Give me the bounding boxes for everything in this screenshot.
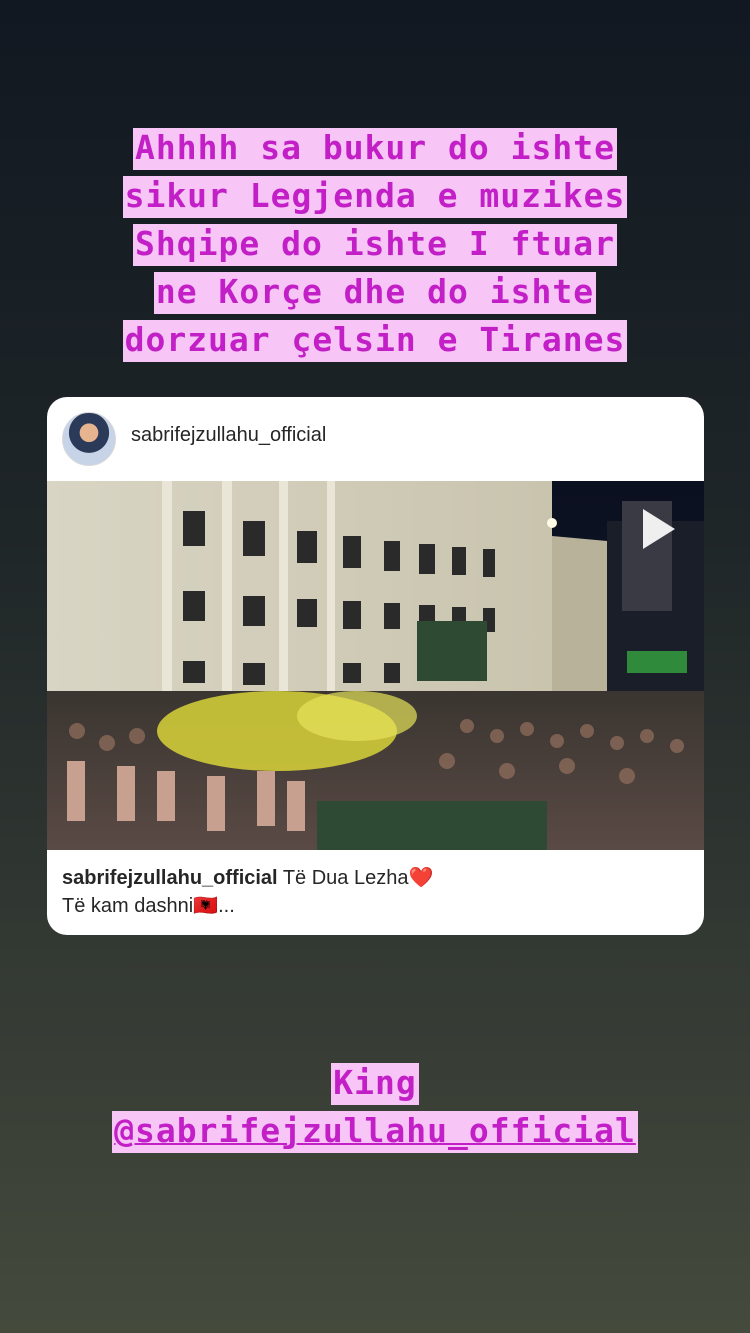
mention-block: King @sabrifejzullahu_official xyxy=(0,1060,750,1156)
post-username[interactable]: sabrifejzullahu_official xyxy=(131,424,326,447)
avatar[interactable] xyxy=(62,412,116,466)
story-text-line-4: ne Korçe dhe do ishte xyxy=(153,272,597,314)
post-caption: sabrifejzullahu_official Të Dua Lezha❤️ … xyxy=(62,864,692,920)
story-text-block: Ahhhh sa bukur do ishte sikur Legjenda e… xyxy=(0,125,750,365)
caption-text-line-1: Të Dua Lezha❤️ xyxy=(282,867,434,889)
mention-line-king: King xyxy=(331,1063,419,1105)
story-text-line-5: dorzuar çelsin e Tiranes xyxy=(122,320,628,362)
shared-post-card[interactable]: sabrifejzullahu_official sabrifejzullahu… xyxy=(47,397,704,935)
story-text-line-1: Ahhhh sa bukur do ishte xyxy=(133,128,617,170)
play-icon[interactable] xyxy=(639,505,679,553)
post-header[interactable]: sabrifejzullahu_official xyxy=(47,397,704,481)
caption-text-line-2: Të kam dashni🇦🇱... xyxy=(62,895,235,917)
story-text-line-3: Shqipe do ishte I ftuar xyxy=(133,224,617,266)
caption-username[interactable]: sabrifejzullahu_official xyxy=(62,867,278,889)
mention-link[interactable]: @sabrifejzullahu_official xyxy=(112,1111,638,1153)
post-video-thumbnail[interactable] xyxy=(47,481,704,850)
story-text-line-2: sikur Legjenda e muzikes xyxy=(122,176,628,218)
concert-crowd-image xyxy=(47,481,704,850)
